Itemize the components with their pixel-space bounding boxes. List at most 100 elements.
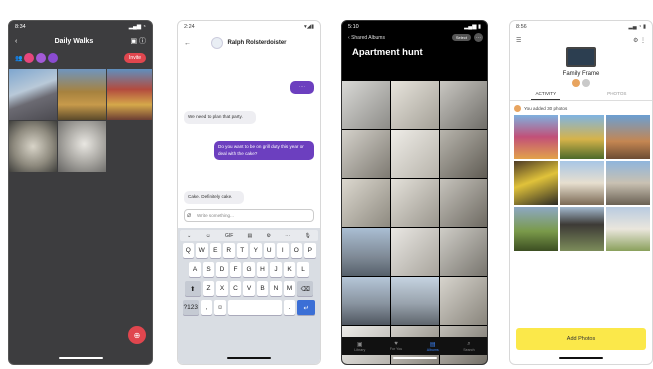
photo-thumbnail[interactable]	[560, 207, 604, 251]
key[interactable]: A	[189, 262, 201, 277]
album-title: Apartment hunt	[352, 47, 423, 58]
back-link[interactable]: ‹ Shared Albums	[348, 35, 385, 41]
key[interactable]: L	[297, 262, 309, 277]
tab-label: For You	[389, 347, 403, 351]
enter-key[interactable]: ↵	[297, 300, 316, 315]
photo-thumbnail[interactable]	[342, 179, 390, 227]
key[interactable]: C	[229, 281, 242, 296]
key[interactable]: H	[256, 262, 269, 277]
key[interactable]: U	[263, 243, 275, 258]
photo-thumbnail[interactable]	[391, 277, 439, 325]
key[interactable]: R	[223, 243, 235, 258]
key[interactable]: M	[283, 281, 296, 296]
photo-thumbnail[interactable]	[606, 161, 650, 205]
key[interactable]: Y	[250, 243, 262, 258]
key[interactable]: O	[290, 243, 302, 258]
shift-key[interactable]: ⬆	[184, 281, 201, 296]
key[interactable]: W	[196, 243, 208, 258]
tab-label: Library	[354, 347, 366, 352]
key[interactable]: B	[256, 281, 269, 296]
photo-thumbnail[interactable]	[606, 207, 650, 251]
key[interactable]: K	[283, 262, 296, 277]
period-key[interactable]: .	[283, 300, 296, 315]
photo-thumbnail[interactable]	[9, 69, 57, 120]
key[interactable]: N	[270, 281, 282, 296]
space-key[interactable]	[227, 300, 282, 315]
back-icon[interactable]: ‹	[15, 38, 17, 45]
back-icon[interactable]: ←	[184, 40, 191, 47]
photo-thumbnail[interactable]	[391, 81, 439, 129]
photo-thumbnail[interactable]	[9, 121, 57, 172]
member-avatars[interactable]: 👥	[15, 53, 59, 63]
photo-thumbnail[interactable]	[342, 81, 390, 129]
settings-icon[interactable]: ⚙ ⋮	[633, 37, 646, 44]
photo-thumbnail[interactable]	[514, 207, 558, 251]
key[interactable]: X	[216, 281, 228, 296]
photo-thumbnail[interactable]	[440, 81, 487, 129]
key[interactable]: P	[304, 243, 316, 258]
photo-thumbnail[interactable]	[440, 277, 487, 325]
photo-thumbnail[interactable]	[342, 228, 390, 276]
comma-key[interactable]: ,	[200, 300, 213, 315]
photo-thumbnail[interactable]	[391, 179, 439, 227]
key[interactable]: S	[202, 262, 215, 277]
tab-photos[interactable]: PHOTOS	[603, 91, 630, 100]
key[interactable]: J	[270, 262, 282, 277]
tab-for-you[interactable]: ♥ For You	[390, 341, 402, 351]
mic-icon[interactable]: 🎙	[305, 233, 311, 239]
photo-thumbnail[interactable]	[440, 179, 487, 227]
more-icon[interactable]: ⋯	[285, 233, 290, 239]
key[interactable]: E	[209, 243, 221, 258]
member-avatars[interactable]	[510, 79, 652, 87]
emoji-icon[interactable]: ☺	[206, 233, 211, 239]
tab-activity[interactable]: ACTIVITY	[531, 91, 561, 100]
key[interactable]: Q	[182, 243, 194, 258]
add-photos-button[interactable]: Add Photos	[516, 328, 646, 350]
photo-thumbnail[interactable]	[342, 130, 390, 178]
photo-thumbnail[interactable]	[560, 115, 604, 159]
invite-button[interactable]: Invite	[124, 53, 146, 63]
key[interactable]: I	[277, 243, 289, 258]
emoji-key-icon[interactable]: ☺	[214, 300, 226, 315]
tab-search[interactable]: ⌕ Search	[463, 341, 474, 352]
attach-icon[interactable]: ⌀	[187, 211, 191, 219]
key[interactable]: Z	[202, 281, 215, 296]
menu-icon[interactable]: ☰	[516, 37, 521, 44]
add-photo-button[interactable]: ⊕	[128, 326, 146, 344]
photo-thumbnail[interactable]	[440, 228, 487, 276]
photo-thumbnail[interactable]	[107, 69, 152, 120]
tab-albums[interactable]: ▤ Albums	[427, 341, 439, 352]
gif-button[interactable]: GIF	[225, 233, 233, 239]
key[interactable]: T	[236, 243, 248, 258]
tab-library[interactable]: ▣ Library	[354, 341, 365, 352]
phone-chat: 2:24 ▾◢▮ ← Ralph Rolsterdoister ···· We …	[177, 20, 321, 365]
key[interactable]: D	[216, 262, 228, 277]
status-time: 5:10	[348, 24, 359, 30]
message-input[interactable]: ⌀ Write something...	[184, 209, 314, 222]
more-icon[interactable]: ⋯	[474, 33, 483, 42]
photo-thumbnail[interactable]	[514, 161, 558, 205]
photo-thumbnail[interactable]	[58, 69, 106, 120]
chat-header: ← Ralph Rolsterdoister	[178, 33, 320, 53]
photo-thumbnail[interactable]	[440, 130, 487, 178]
keyboard-collapse-icon[interactable]: ⌄	[187, 233, 191, 239]
tab-label: Albums	[426, 347, 439, 352]
photo-thumbnail[interactable]	[391, 228, 439, 276]
clipboard-icon[interactable]: ▤	[248, 233, 253, 239]
photo-thumbnail[interactable]	[514, 115, 558, 159]
photo-thumbnail[interactable]	[391, 130, 439, 178]
info-icon[interactable]: ▣ ⓘ	[130, 36, 146, 46]
photo-thumbnail[interactable]	[342, 277, 390, 325]
photo-thumbnail[interactable]	[560, 161, 604, 205]
contact-name: Ralph Rolsterdoister	[227, 40, 287, 46]
select-button[interactable]: Select	[451, 34, 471, 41]
photo-thumbnail[interactable]	[606, 115, 650, 159]
backspace-key[interactable]: ⌫	[297, 281, 314, 296]
mode-key[interactable]: ?123	[182, 300, 199, 315]
photo-thumbnail[interactable]	[58, 121, 106, 172]
settings-icon[interactable]: ⚙	[267, 233, 271, 239]
key[interactable]: G	[243, 262, 255, 277]
key[interactable]: V	[243, 281, 255, 296]
key[interactable]: F	[229, 262, 242, 277]
albums-icon: ▤	[429, 341, 436, 348]
